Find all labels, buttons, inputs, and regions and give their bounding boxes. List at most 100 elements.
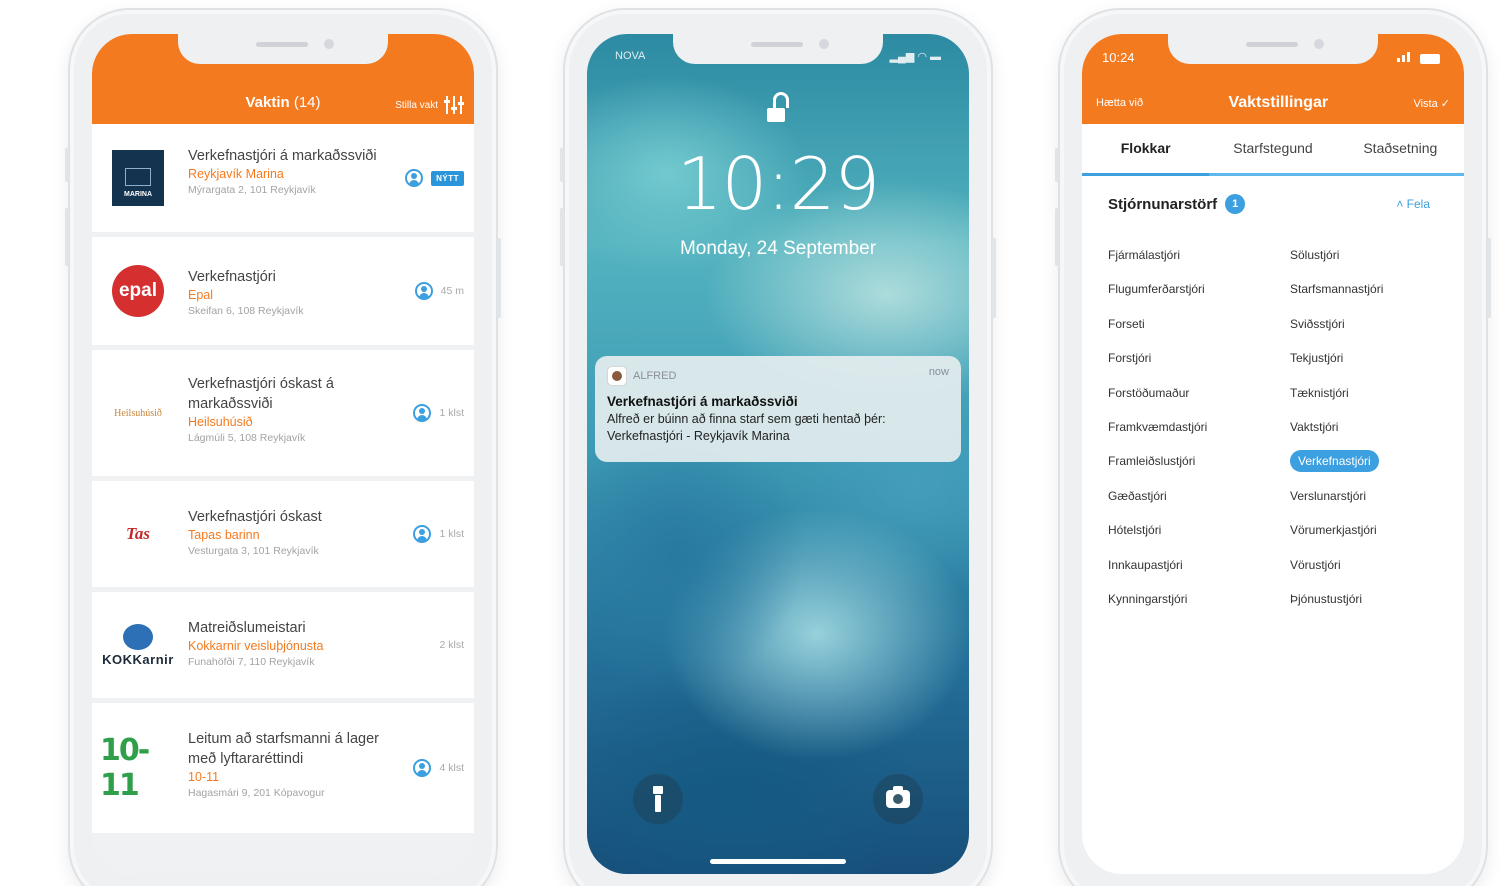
- tab-flokkar[interactable]: Flokkar: [1082, 124, 1210, 176]
- status-icons: [1397, 50, 1440, 65]
- home-indicator[interactable]: [710, 859, 846, 864]
- battery-icon: [1420, 53, 1440, 64]
- lock-screen: NOVA ▂▄▆ ◠ ▬ 10:29 Monday, 24 September …: [587, 34, 969, 874]
- category-item[interactable]: Sviðsstjóri: [1290, 313, 1454, 335]
- category-item[interactable]: Forstjóri: [1108, 347, 1290, 369]
- category-label: Verslunarstjóri: [1290, 488, 1367, 503]
- carrier: NOVA: [615, 50, 646, 62]
- sliders-icon: [444, 96, 464, 114]
- notch: [178, 34, 388, 64]
- notification-time: now: [928, 366, 949, 378]
- category-item[interactable]: Framkvæmdastjóri: [1108, 416, 1290, 438]
- category-item[interactable]: Hótelstjóri: [1108, 519, 1290, 541]
- tab-starfstegund[interactable]: Starfstegund: [1209, 124, 1337, 176]
- flashlight-icon: [653, 786, 663, 812]
- notification-card[interactable]: ALFRED now Verkefnastjóri á markaðssviði…: [595, 356, 961, 462]
- company-logo: 10-11: [100, 733, 150, 803]
- job-title: Verkefnastjóri: [188, 269, 276, 285]
- category-item[interactable]: Verkefnastjóri: [1290, 450, 1454, 473]
- job-item[interactable]: Heilsuhúsið Verkefnastjóri óskast á mark…: [92, 350, 474, 476]
- cancel-button[interactable]: Hætta við: [1096, 97, 1143, 109]
- company-logo: Heilsuhúsið: [114, 407, 162, 419]
- job-address: Mýrargata 2, 101 Reykjavík: [188, 184, 316, 196]
- job-item[interactable]: MARINA Verkefnastjóri á markaðssviði Rey…: [92, 124, 474, 232]
- unlock-icon: [767, 92, 789, 122]
- job-item[interactable]: epal Verkefnastjóri Epal Skeifan 6, 108 …: [92, 237, 474, 345]
- person-icon: [405, 169, 424, 187]
- category-label: Framkvæmdastjóri: [1108, 419, 1208, 434]
- category-item[interactable]: Innkaupastjóri: [1108, 554, 1290, 576]
- category-item[interactable]: Framleiðslustjóri: [1108, 450, 1290, 472]
- job-item[interactable]: 10-11 Leitum að starfsmanni á lager með …: [92, 703, 474, 833]
- job-item[interactable]: Tas Verkefnastjóri óskast Tapas barinn V…: [92, 481, 474, 587]
- camera-button[interactable]: [873, 774, 923, 824]
- job-company: 10-11: [188, 770, 220, 784]
- job-address: Funahöfði 7, 110 Reykjavík: [188, 656, 315, 668]
- notification-title: Verkefnastjóri á markaðssviði: [607, 394, 798, 409]
- category-label: Fjármálastjóri: [1108, 248, 1181, 262]
- category-item[interactable]: Flugumferðarstjóri: [1108, 278, 1290, 300]
- screen-job-list: Vaktin (14) Stilla vakt MARINA Verkefnas…: [92, 34, 474, 874]
- job-list: MARINA Verkefnastjóri á markaðssviði Rey…: [92, 124, 474, 874]
- person-icon: [413, 759, 432, 777]
- job-company: Heilsuhúsið: [188, 415, 253, 429]
- job-address: Vesturgata 3, 101 Reykjavík: [188, 545, 319, 557]
- lock-time: 10:29: [676, 142, 881, 226]
- job-title: Verkefnastjóri óskast á markaðssviði: [188, 376, 334, 412]
- job-title: Verkefnastjóri á markaðssviði: [188, 148, 377, 164]
- count-badge: 1: [1225, 194, 1246, 214]
- category-label: Sölustjóri: [1290, 248, 1340, 262]
- notification-app: ALFRED: [633, 370, 677, 382]
- category-label: Flugumferðarstjóri: [1108, 282, 1205, 297]
- job-item[interactable]: KOKKarnir Matreiðslumeistari Kokkarnir v…: [92, 592, 474, 698]
- category-item[interactable]: Vörumerkjastjóri: [1290, 519, 1454, 541]
- section-header: Stjórnunarstörf 1 ˄ Fela: [1108, 194, 1430, 214]
- job-address: Lágmúli 5, 108 Reykjavík: [188, 432, 306, 444]
- category-label: Vörustjóri: [1290, 557, 1341, 572]
- status-time: 10:24: [1102, 50, 1135, 65]
- job-title: Verkefnastjóri óskast: [188, 509, 322, 525]
- category-item[interactable]: Vörustjóri: [1290, 554, 1454, 576]
- category-item[interactable]: Gæðastjóri: [1108, 485, 1290, 507]
- posted-time: 4 klst: [439, 762, 464, 774]
- person-icon: [413, 404, 432, 422]
- category-label: Tekjustjóri: [1290, 351, 1344, 366]
- category-item[interactable]: Þjónustustjóri: [1290, 588, 1454, 610]
- category-item[interactable]: Tæknistjóri: [1290, 382, 1454, 404]
- category-label: Hótelstjóri: [1108, 523, 1162, 538]
- category-item[interactable]: Tekjustjóri: [1290, 347, 1454, 369]
- category-label: Þjónustustjóri: [1290, 591, 1363, 606]
- job-company: Kokkarnir veisluþjónusta: [188, 639, 324, 653]
- posted-time: 1 klst: [439, 528, 464, 540]
- save-button[interactable]: Vista ✓: [1413, 97, 1450, 110]
- category-label: Forstöðumaður: [1108, 385, 1190, 400]
- category-item[interactable]: Starfsmannastjóri: [1290, 278, 1454, 300]
- distance: 45 m: [440, 285, 464, 297]
- category-item[interactable]: Vaktstjóri: [1290, 416, 1454, 438]
- category-label: Vaktstjóri: [1290, 419, 1339, 434]
- category-grid: Fjármálastjóri Sölustjóri Flugumferðarstjó…: [1108, 244, 1454, 610]
- category-label: Kynningarstjóri: [1108, 591, 1188, 606]
- phone-shift-settings: 10:24 Hætta við Vaktstillingar Vista ✓ F…: [1055, 8, 1491, 886]
- category-item[interactable]: Fjármálastjóri: [1108, 244, 1290, 266]
- category-label: Forseti: [1108, 316, 1145, 331]
- phone-lock-screen: NOVA ▂▄▆ ◠ ▬ 10:29 Monday, 24 September …: [560, 8, 996, 886]
- category-item[interactable]: Sölustjóri: [1290, 244, 1454, 266]
- category-item[interactable]: Forstöðumaður: [1108, 382, 1290, 404]
- category-label: Sviðsstjóri: [1290, 316, 1345, 331]
- settings-button[interactable]: Stilla vakt: [395, 96, 464, 114]
- category-item[interactable]: Forseti: [1108, 313, 1290, 335]
- job-title: Matreiðslumeistari: [188, 620, 306, 636]
- settings-screen: 10:24 Hætta við Vaktstillingar Vista ✓ F…: [1082, 34, 1464, 874]
- phone-job-list: Vaktin (14) Stilla vakt MARINA Verkefnas…: [65, 8, 501, 886]
- tab-stadsetning[interactable]: Staðsetning: [1336, 124, 1464, 176]
- hide-button[interactable]: ˄ Fela: [1396, 197, 1430, 211]
- category-label: Innkaupastjóri: [1108, 557, 1183, 572]
- flashlight-button[interactable]: [633, 774, 683, 824]
- tab-bar: Flokkar Starfstegund Staðsetning: [1082, 124, 1464, 176]
- new-badge: NÝTT: [431, 170, 464, 186]
- category-item[interactable]: Kynningarstjóri: [1108, 588, 1290, 610]
- category-item[interactable]: Verslunarstjóri: [1290, 485, 1454, 507]
- alfred-app-icon: [607, 366, 627, 386]
- job-title: Leitum að starfsmanni á lager með lyftar…: [188, 731, 380, 767]
